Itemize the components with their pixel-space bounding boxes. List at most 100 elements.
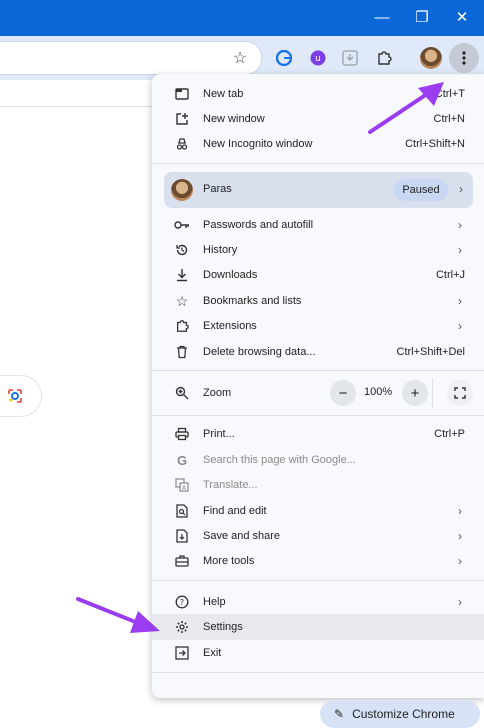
zoom-icon [174, 385, 190, 401]
menu-item-label: New Incognito window [203, 138, 313, 150]
star-icon[interactable]: ☆ [228, 46, 252, 70]
minimize-icon[interactable]: — [372, 8, 392, 28]
menu-separator [152, 580, 484, 581]
download-icon [174, 267, 190, 283]
shortcut: Ctrl+Shift+Del [396, 346, 465, 358]
menu-item-settings[interactable]: Settings [152, 614, 484, 640]
menu-item-bookmarks-and-lists[interactable]: ☆ Bookmarks and lists › [152, 288, 484, 314]
menu-item-exit[interactable]: Exit [152, 640, 484, 666]
trash-icon [174, 344, 190, 360]
menu-item-label: Bookmarks and lists [203, 295, 302, 307]
download-extension-icon[interactable] [338, 46, 362, 70]
star-icon: ☆ [175, 292, 189, 309]
help-icon: ? [174, 594, 190, 610]
menu-item-label: Find and edit [203, 505, 267, 517]
menu-item-label: New window [203, 113, 265, 125]
zoom-row: Zoom [152, 380, 484, 406]
restore-icon[interactable]: ❐ [412, 8, 432, 28]
zoom-out-button[interactable]: − [330, 380, 356, 406]
new-window-icon [174, 111, 190, 127]
avatar[interactable] [420, 47, 442, 69]
menu-item-passwords-and-autofill[interactable]: Passwords and autofill › [152, 212, 484, 238]
puzzle-icon[interactable] [372, 46, 396, 70]
profile-row[interactable]: Paras Paused › [164, 172, 473, 208]
annotation-arrow [76, 597, 160, 633]
pencil-icon: ✎ [334, 707, 345, 721]
menu-item-label: Passwords and autofill [203, 219, 314, 231]
chevron-right-icon: › [458, 218, 462, 232]
gear-icon [174, 619, 190, 635]
chevron-right-icon: › [458, 554, 462, 568]
chevron-right-icon: › [458, 243, 462, 257]
chevron-right-icon: › [458, 595, 462, 609]
status-badge: Paused [394, 179, 448, 201]
profile-name: Paras [203, 183, 232, 195]
chevron-right-icon: › [458, 504, 462, 518]
zoom-in-button[interactable]: + [402, 380, 428, 406]
address-bar[interactable] [0, 41, 262, 75]
menu-item-save-and-share[interactable]: Save and share › [152, 523, 484, 549]
zoom-label: Zoom [203, 387, 232, 399]
menu-item-label: Settings [203, 621, 243, 633]
menu-item-extensions[interactable]: Extensions › [152, 313, 484, 339]
fullscreen-button[interactable] [447, 380, 473, 406]
svg-text:u: u [315, 54, 321, 64]
menu-item-delete-browsing-data[interactable]: Delete browsing data... Ctrl+Shift+Del [152, 339, 484, 365]
svg-text:?: ? [180, 598, 184, 607]
save-share-icon [174, 528, 190, 544]
avatar [171, 179, 193, 201]
menu-item-search-this-page[interactable]: G Search this page with Google... [152, 447, 484, 473]
menu-item-label: Save and share [203, 530, 281, 542]
menu-item-downloads[interactable]: Downloads Ctrl+J [152, 262, 484, 288]
menu-item-find-and-edit[interactable]: Find and edit › [152, 498, 484, 524]
new-tab-icon [174, 86, 190, 102]
menu-separator [152, 415, 484, 416]
chrome-menu: New tab Ctrl+T New window Ctrl+N New Inc… [152, 74, 484, 698]
title-bar: — ❐ ✕ [0, 0, 484, 36]
menu-item-label: Exit [203, 647, 222, 659]
menu-item-label: Help [203, 596, 226, 608]
toolbox-icon [174, 553, 190, 569]
menu-item-label: Print... [203, 428, 235, 440]
menu-item-history[interactable]: History › [152, 237, 484, 263]
translate-icon: A [174, 477, 190, 493]
find-icon [174, 503, 190, 519]
menu-separator [152, 370, 484, 371]
annotation-arrow [368, 82, 444, 134]
menu-separator [152, 163, 484, 164]
menu-item-label: Translate... [203, 479, 258, 491]
menu-separator [152, 672, 484, 673]
key-icon [174, 217, 190, 233]
fullscreen-icon [454, 387, 466, 399]
google-lens-button[interactable] [0, 375, 42, 417]
chevron-right-icon: › [459, 182, 463, 196]
shortcut: Ctrl+J [435, 269, 465, 281]
menu-item-print[interactable]: Print... Ctrl+P [152, 421, 484, 447]
incognito-icon [174, 136, 190, 152]
divider [0, 106, 152, 107]
three-dots-icon[interactable] [449, 43, 479, 73]
print-icon [174, 426, 190, 442]
history-icon [174, 242, 190, 258]
menu-item-label: Delete browsing data... [203, 346, 316, 358]
shortcut: Ctrl+P [434, 428, 465, 440]
menu-item-label: Extensions [203, 320, 257, 332]
menu-item-label: Search this page with Google... [203, 454, 356, 466]
zoom-level: 100% [364, 386, 393, 398]
g-extension-icon[interactable] [272, 46, 296, 70]
puzzle-icon [174, 318, 190, 334]
exit-icon [174, 645, 190, 661]
chevron-right-icon: › [458, 529, 462, 543]
purple-extension-icon[interactable]: u [306, 46, 330, 70]
lens-icon [8, 389, 22, 403]
menu-item-help[interactable]: ? Help › [152, 589, 484, 615]
menu-item-more-tools[interactable]: More tools › [152, 548, 484, 574]
menu-item-label: New tab [203, 88, 244, 100]
menu-item-new-incognito-window[interactable]: New Incognito window Ctrl+Shift+N [152, 131, 484, 157]
chevron-right-icon: › [458, 294, 462, 308]
menu-item-label: More tools [203, 555, 255, 567]
customize-chrome-button[interactable]: ✎ Customize Chrome [320, 700, 480, 728]
menu-item-translate[interactable]: A Translate... [152, 472, 484, 498]
divider [432, 378, 433, 408]
close-icon[interactable]: ✕ [452, 8, 472, 28]
